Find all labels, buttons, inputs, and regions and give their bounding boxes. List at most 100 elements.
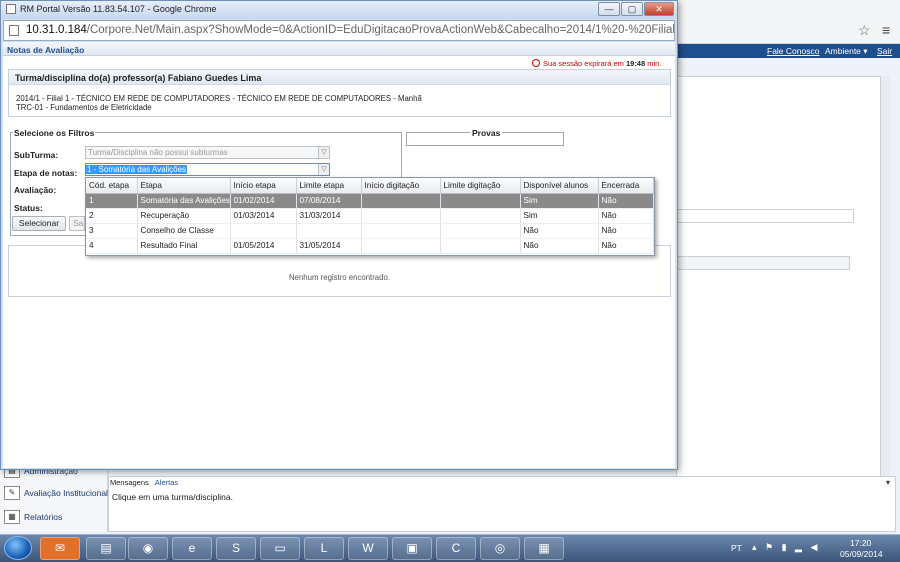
table-cell: Conselho de Classe	[137, 223, 231, 239]
subturma-select: Turma/Disciplina não possui subturmas ▽	[85, 146, 330, 159]
col-inicio-etapa[interactable]: Início etapa	[230, 178, 297, 194]
camtasia-app-icon[interactable]: C	[436, 537, 476, 560]
left-menu-label: Avaliação Institucional	[24, 488, 108, 498]
results-empty-message: Nenhum registro encontrado.	[289, 273, 390, 282]
outlook-app-icon[interactable]: ✉	[40, 537, 80, 560]
table-cell: Sim	[520, 193, 599, 209]
table-cell: Não	[520, 223, 599, 239]
pdf-app-icon[interactable]: ▣	[392, 537, 432, 560]
table-cell: Não	[598, 238, 654, 254]
bookmark-star-icon[interactable]: ☆	[858, 22, 871, 39]
col-limite-digitacao[interactable]: Limite digitação	[440, 178, 521, 194]
start-button[interactable]	[4, 536, 32, 560]
chrome-menu-icon[interactable]: ≡	[882, 22, 890, 38]
session-text: Sua sessão expirará em	[543, 59, 624, 68]
table-cell	[361, 223, 441, 239]
fale-conosco-link[interactable]: Fale Conosco	[767, 46, 819, 56]
table-cell	[230, 223, 297, 239]
subturma-label: SubTurma:	[14, 150, 59, 160]
avaliacao-label: Avaliação:	[14, 185, 57, 195]
clock-time[interactable]: 17:20	[850, 538, 871, 548]
page-icon	[9, 25, 19, 36]
chevron-down-icon[interactable]: ▽	[318, 164, 329, 175]
table-cell: 4	[86, 238, 138, 254]
etapa-dropdown-grid[interactable]: Cód. etapa Etapa Início etapa Limite eta…	[85, 177, 655, 256]
table-cell	[440, 208, 521, 224]
table-row[interactable]: 2 Recuperação 01/03/2014 31/03/2014 Sim Não	[86, 208, 654, 224]
report-icon: ▦	[4, 510, 20, 524]
lync-app-icon[interactable]: L	[304, 537, 344, 560]
minimize-button[interactable]: —	[598, 2, 620, 16]
table-header-row: Cód. etapa Etapa Início etapa Limite eta…	[86, 178, 654, 194]
table-cell: 31/03/2014	[296, 208, 362, 224]
table-cell: Não	[598, 223, 654, 239]
language-indicator[interactable]: PT	[731, 543, 742, 553]
col-encerrada[interactable]: Encerrada	[598, 178, 654, 194]
table-cell: Somatória das Avalições	[137, 193, 231, 209]
table-cell	[440, 238, 521, 254]
tab-mensagens[interactable]: Mensagens	[110, 478, 149, 487]
table-cell: 01/02/2014	[230, 193, 297, 209]
table-row[interactable]: 3 Conselho de Classe Não Não	[86, 223, 654, 239]
table-cell: Não	[598, 193, 654, 209]
app-icon[interactable]: ◎	[480, 537, 520, 560]
session-timer: Sua sessão expirará em 19:48 min.	[532, 59, 661, 68]
table-cell: Sim	[520, 208, 599, 224]
etapa-select[interactable]: 1 - Somatória das Avalições ▽	[85, 163, 330, 176]
table-cell: Não	[520, 238, 599, 254]
messages-panel	[108, 476, 896, 532]
col-limite-etapa[interactable]: Limite etapa	[296, 178, 362, 194]
tab-alertas[interactable]: Alertas	[155, 478, 178, 487]
etapa-table: Cód. etapa Etapa Início etapa Limite eta…	[86, 178, 654, 254]
url-path: /Corpore.Net/Main.aspx?ShowMode=0&Action…	[86, 24, 674, 36]
background-table-strip	[676, 209, 854, 223]
window-title: RM Portal Versão 11.83.54.107 - Google C…	[20, 4, 217, 14]
chevron-down-icon[interactable]: ▾	[886, 478, 890, 487]
ie-app-icon[interactable]: e	[172, 537, 212, 560]
table-cell	[361, 193, 441, 209]
table-row[interactable]: 1 Somatória das Avalições 01/02/2014 07/08/…	[86, 193, 654, 209]
col-cod-etapa[interactable]: Cód. etapa	[86, 178, 138, 194]
col-etapa[interactable]: Etapa	[137, 178, 231, 194]
clock-date[interactable]: 05/09/2014	[840, 549, 883, 559]
tray-icons[interactable]: ▴ ⚑ ▮ ▂ ◀	[752, 542, 820, 553]
maximize-button[interactable]: ▢	[621, 2, 643, 16]
col-disponivel-alunos[interactable]: Disponível alunos	[520, 178, 599, 194]
table-cell: Resultado Final	[137, 238, 231, 254]
chrome-app-icon[interactable]: ◉	[128, 537, 168, 560]
close-button[interactable]: ✕	[644, 2, 674, 16]
table-cell: 31/05/2014	[296, 238, 362, 254]
messages-text: Clique em uma turma/disciplina.	[112, 492, 233, 502]
explorer-app-icon[interactable]: ▤	[86, 537, 126, 560]
table-cell: 2	[86, 208, 138, 224]
left-menu-item-avaliacao[interactable]: ✎ Avaliação Institucional	[4, 486, 108, 500]
notes-app-icon[interactable]: ▭	[260, 537, 300, 560]
table-cell: 01/05/2014	[230, 238, 297, 254]
sair-link[interactable]: Sair	[877, 46, 892, 56]
background-content-panel	[676, 76, 890, 480]
network-app-icon[interactable]: ▦	[524, 537, 564, 560]
clock-icon	[532, 59, 540, 67]
table-cell: 07/08/2014	[296, 193, 362, 209]
left-menu-item-relatorios[interactable]: ▦ Relatórios	[4, 510, 62, 524]
col-inicio-digitacao[interactable]: Início digitação	[361, 178, 441, 194]
messages-tabs: Mensagens Alertas	[110, 478, 184, 487]
secondary-button[interactable]: Sa	[69, 216, 85, 231]
table-cell: 1	[86, 193, 138, 209]
table-row[interactable]: 4 Resultado Final 01/05/2014 31/05/2014 Não N…	[86, 238, 654, 254]
table-cell	[361, 208, 441, 224]
pencil-icon: ✎	[4, 486, 20, 500]
page-favicon-icon	[6, 4, 16, 14]
page-title: Notas de Avaliação	[7, 45, 85, 55]
word-app-icon[interactable]: W	[348, 537, 388, 560]
background-scrollbar[interactable]	[880, 76, 890, 480]
page-header	[3, 42, 675, 56]
turma-title: Turma/disciplina do(a) professor(a) Fabi…	[15, 73, 262, 83]
selecionar-button[interactable]: Selecionar	[12, 216, 66, 231]
skype-app-icon[interactable]: S	[216, 537, 256, 560]
provas-legend: Provas	[470, 128, 503, 138]
table-cell: Não	[598, 208, 654, 224]
ambiente-menu[interactable]: Ambiente ▾	[825, 46, 868, 57]
subturma-value: Turma/Disciplina não possui subturmas	[88, 148, 228, 157]
address-url[interactable]: 10.31.0.184/Corpore.Net/Main.aspx?ShowMo…	[26, 24, 674, 36]
